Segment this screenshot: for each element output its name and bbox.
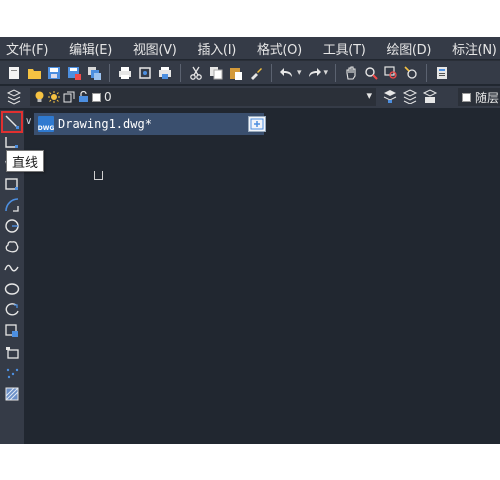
line-icon[interactable] <box>1 111 23 133</box>
circle-icon[interactable] <box>3 217 21 235</box>
rectangle-icon[interactable] <box>3 175 21 193</box>
menu-dimension[interactable]: 标注(N) <box>452 39 497 58</box>
open-folder-icon[interactable] <box>26 65 42 81</box>
toolbar-separator <box>180 63 181 82</box>
viewport-freeze-icon <box>63 91 75 103</box>
dwg-file-icon: DWG <box>38 116 54 132</box>
menu-insert[interactable]: 插入(I) <box>198 39 237 58</box>
tooltip-text: 直线 <box>12 155 39 171</box>
color-swatch <box>462 92 471 102</box>
chevron-down-icon[interactable]: ▾ <box>366 89 372 102</box>
make-object-layer-current-icon[interactable] <box>382 88 398 104</box>
menu-file[interactable]: 文件(F) <box>6 39 48 58</box>
cad-window: 文件(F) 编辑(E) 视图(V) 插入(I) 格式(O) 工具(T) 绘图(D… <box>0 37 500 444</box>
tab-drawing1[interactable]: DWG Drawing1.dwg* ✕ <box>34 113 264 135</box>
copy-icon[interactable] <box>208 65 224 81</box>
save-icon[interactable] <box>46 65 62 81</box>
menu-bar: 文件(F) 编辑(E) 视图(V) 插入(I) 格式(O) 工具(T) 绘图(D… <box>0 37 500 59</box>
new-file-icon[interactable] <box>6 65 22 81</box>
zoom-window-icon[interactable] <box>383 65 399 81</box>
match-properties-icon[interactable] <box>248 65 264 81</box>
zoom-realtime-icon[interactable] <box>363 65 379 81</box>
zoom-previous-icon[interactable] <box>403 65 419 81</box>
toolbar-separator <box>426 63 428 82</box>
lightbulb-icon <box>34 91 45 103</box>
point-icon[interactable] <box>3 364 21 382</box>
make-block-icon[interactable] <box>3 343 21 361</box>
polyline-icon[interactable] <box>3 133 21 151</box>
toolbar-separator <box>271 63 272 82</box>
color-dropdown[interactable]: 随层 <box>458 88 500 106</box>
layer-color-swatch <box>92 92 101 102</box>
layer-dropdown[interactable]: 0 ▾ <box>30 88 376 106</box>
save-as-icon[interactable] <box>66 65 82 81</box>
layer-name: 0 <box>104 90 112 104</box>
layer-previous-icon[interactable] <box>402 88 418 104</box>
tooltip: 直线 <box>6 150 45 172</box>
layer-states-icon[interactable] <box>422 88 438 104</box>
layer-buttons <box>382 88 438 104</box>
document-tab-bar: ∨ DWG Drawing1.dwg* ✕ <box>24 113 500 135</box>
crosshair-cursor-fragment <box>94 171 103 180</box>
insert-block-icon[interactable] <box>3 322 21 340</box>
menu-format[interactable]: 格式(O) <box>257 39 302 58</box>
menu-draw[interactable]: 绘图(D) <box>387 39 432 58</box>
redo-dropdown-arrow[interactable]: ▾ <box>324 68 329 78</box>
print-icon[interactable] <box>117 65 133 81</box>
menu-edit[interactable]: 编辑(E) <box>69 39 112 58</box>
ellipse-icon[interactable] <box>3 280 21 298</box>
plot-icon[interactable] <box>157 65 173 81</box>
undo-dropdown-arrow[interactable]: ▾ <box>297 68 302 78</box>
redo-icon[interactable] <box>306 65 322 81</box>
cut-icon[interactable] <box>188 65 204 81</box>
color-label: 随层 <box>475 90 500 105</box>
arc-icon[interactable] <box>3 196 21 214</box>
new-tab-button[interactable] <box>248 116 266 132</box>
hatch-icon[interactable] <box>3 385 21 403</box>
layer-toolbar: 0 ▾ 随层 <box>0 86 500 108</box>
toolbar-separator <box>109 63 110 82</box>
tab-title: Drawing1.dwg* <box>58 117 152 131</box>
layer-manager-icon[interactable] <box>6 89 22 105</box>
toolbar-separator <box>335 63 337 82</box>
sun-freeze-icon <box>48 91 60 103</box>
tab-list-chevron-icon[interactable]: ∨ <box>25 116 32 127</box>
lock-icon <box>78 91 89 103</box>
undo-icon[interactable] <box>279 65 295 81</box>
new-drawing-icon <box>250 118 264 130</box>
revision-cloud-icon[interactable] <box>3 238 21 256</box>
standard-toolbar: ▾ ▾ <box>0 60 500 84</box>
paste-icon[interactable] <box>228 65 244 81</box>
spline-icon[interactable] <box>3 259 21 277</box>
menu-view[interactable]: 视图(V) <box>133 39 177 58</box>
properties-icon[interactable] <box>434 65 450 81</box>
ellipse-arc-icon[interactable] <box>3 301 21 319</box>
batch-icon[interactable] <box>86 65 102 81</box>
menu-tools[interactable]: 工具(T) <box>323 39 366 58</box>
pan-icon[interactable] <box>343 65 359 81</box>
print-preview-icon[interactable] <box>137 65 153 81</box>
